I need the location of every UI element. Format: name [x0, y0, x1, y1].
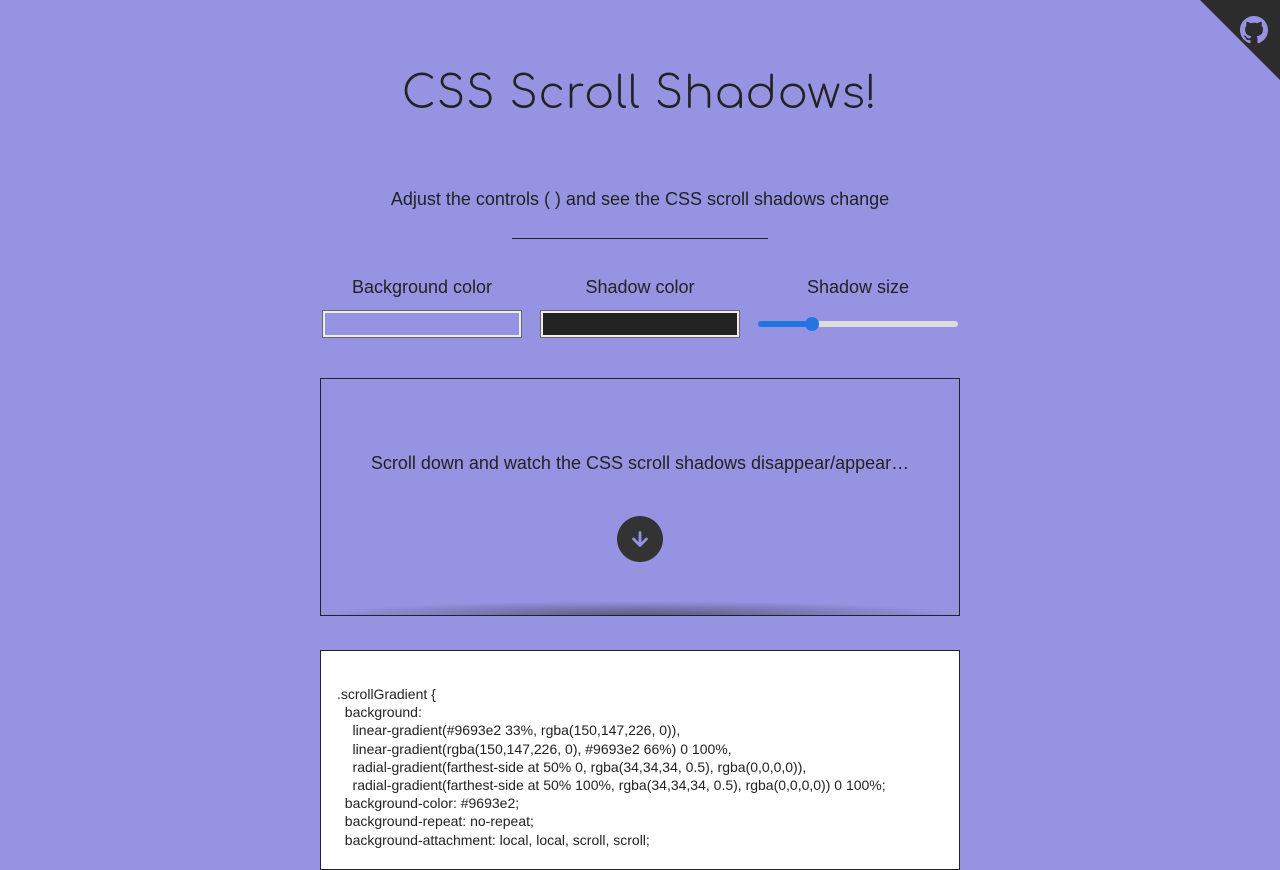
code-output-box[interactable]: .scrollGradient { background: linear-gra…	[320, 650, 960, 870]
shadow-color-input[interactable]	[540, 310, 740, 338]
shadow-color-swatch	[543, 313, 737, 335]
bg-color-swatch	[325, 313, 519, 335]
shadow-color-control: Shadow color	[540, 277, 740, 338]
bg-color-control: Background color	[322, 277, 522, 338]
arrow-down-icon	[617, 516, 663, 562]
github-icon[interactable]	[1240, 16, 1268, 49]
controls-row: Background color Shadow color Shadow siz…	[180, 277, 1100, 338]
bg-color-input[interactable]	[322, 310, 522, 338]
subtitle-text: Adjust the controls ( ) and see the CSS …	[180, 189, 1100, 210]
scroll-demo-box[interactable]: Scroll down and watch the CSS scroll sha…	[320, 378, 960, 616]
shadow-color-label: Shadow color	[585, 277, 694, 298]
scroll-content: Scroll down and watch the CSS scroll sha…	[321, 379, 959, 616]
page-title: CSS Scroll Shadows!	[180, 70, 1100, 119]
bg-color-label: Background color	[352, 277, 492, 298]
code-text: .scrollGradient { background: linear-gra…	[337, 685, 943, 849]
scroll-demo-text: Scroll down and watch the CSS scroll sha…	[341, 453, 939, 474]
shadow-size-slider[interactable]	[758, 310, 958, 338]
divider	[512, 238, 768, 239]
shadow-size-label: Shadow size	[807, 277, 909, 298]
shadow-size-control: Shadow size	[758, 277, 958, 338]
